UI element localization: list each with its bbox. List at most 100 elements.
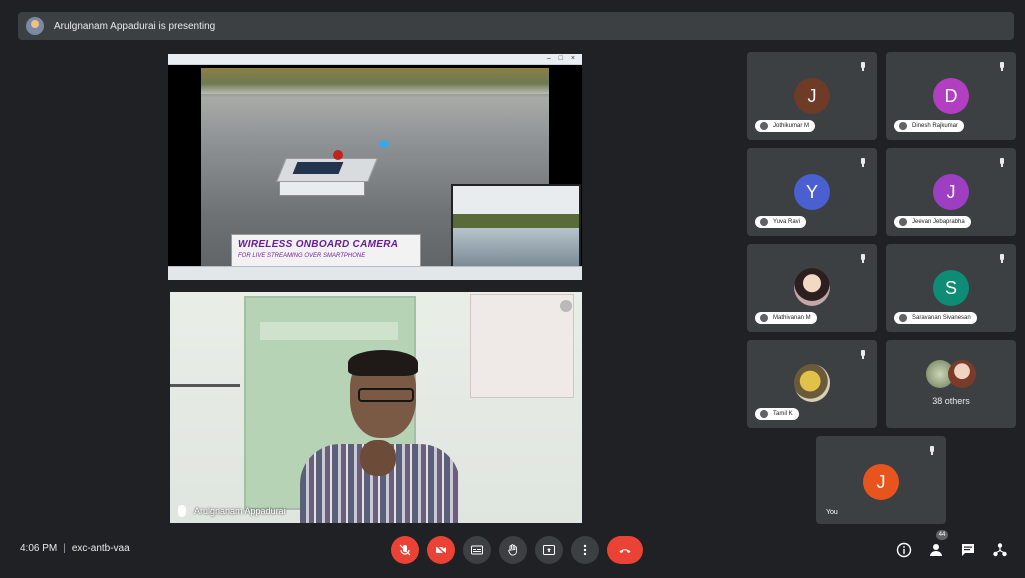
- people-icon: [930, 544, 942, 556]
- avatar: S: [933, 270, 969, 306]
- tile-options-icon[interactable]: [560, 300, 572, 312]
- slide-title: WIRELESS ONBOARD CAMERA: [238, 239, 399, 250]
- people-count-badge: 44: [936, 530, 948, 540]
- participant-tile[interactable]: J Jothikumar M: [747, 52, 877, 140]
- participant-name: Jothikumar M: [755, 120, 816, 132]
- presenting-text: Arulgnanam Appadurai is presenting: [54, 20, 216, 32]
- person-hand: [360, 440, 396, 476]
- pin-icon[interactable]: [859, 62, 867, 71]
- meeting-info: 4:06 PM | exc-antb-vaa: [20, 543, 130, 554]
- call-controls: [391, 536, 643, 564]
- person-glasses: [358, 388, 414, 402]
- leave-call-button[interactable]: [607, 536, 643, 564]
- meeting-code: exc-antb-vaa: [71, 543, 130, 554]
- boat-image: [276, 150, 378, 196]
- avatar: J: [794, 78, 830, 114]
- avatar: Y: [794, 174, 830, 210]
- raise-hand-button[interactable]: [499, 536, 527, 564]
- presenter-avatar-icon: [26, 17, 44, 35]
- pin-icon[interactable]: [928, 446, 936, 455]
- chat-button[interactable]: [958, 540, 978, 560]
- presenter-video-tile[interactable]: Arulgnanam Appadurai: [170, 292, 582, 523]
- participant-tile[interactable]: Y Yuva Ravi: [747, 148, 877, 236]
- slide-subtitle: FOR LIVE STREAMING OVER SMARTPHONE: [238, 253, 366, 259]
- slide-photo: WIRELESS ONBOARD CAMERA FOR LIVE STREAMI…: [201, 68, 581, 280]
- participant-tile[interactable]: D Dinesh Rajkumar: [886, 52, 1016, 140]
- others-tile[interactable]: 38 others: [886, 340, 1016, 428]
- participant-name: Jeevan Jebaprabha: [894, 216, 971, 228]
- meeting-details-button[interactable]: [894, 540, 914, 560]
- slide-treeline: [201, 68, 549, 94]
- self-tile[interactable]: J You: [816, 436, 946, 524]
- avatar-photo: [794, 364, 830, 402]
- buoy-image: [379, 140, 389, 148]
- avatar-photo: [794, 268, 830, 306]
- participant-name: Yuva Ravi: [755, 216, 807, 228]
- pin-icon[interactable]: [859, 350, 867, 359]
- clock-time: 4:06 PM: [20, 543, 58, 554]
- avatar-initial: J: [807, 85, 817, 106]
- wall-poster: [470, 294, 574, 398]
- participant-tile[interactable]: Tamil K: [747, 340, 877, 428]
- others-label: 38 others: [932, 396, 970, 406]
- avatar-initial: D: [944, 85, 958, 106]
- captions-icon: [471, 545, 483, 555]
- presentation-window-titlebar: – □ ×: [168, 54, 582, 65]
- participant-tile[interactable]: Mathivanan M: [747, 244, 877, 332]
- captions-button[interactable]: [463, 536, 491, 564]
- presenter-person: [292, 350, 468, 523]
- slide-title-box: WIRELESS ONBOARD CAMERA FOR LIVE STREAMI…: [231, 234, 421, 270]
- window-controls-icon: – □ ×: [546, 55, 578, 62]
- wall-pipe: [170, 384, 240, 387]
- avatar-initial: J: [876, 471, 886, 492]
- camera-off-icon: [435, 544, 447, 556]
- more-options-button[interactable]: [571, 536, 599, 564]
- door-window: [260, 322, 398, 340]
- participant-tile[interactable]: J Jeevan Jebaprabha: [886, 148, 1016, 236]
- present-button[interactable]: [535, 536, 563, 564]
- person-hair: [348, 350, 418, 376]
- hang-up-icon: [619, 549, 631, 553]
- chat-icon: [962, 544, 974, 556]
- activities-button[interactable]: [990, 540, 1010, 560]
- avatar-initial: Y: [805, 181, 818, 202]
- activities-icon: [993, 543, 1007, 557]
- pin-icon[interactable]: [859, 254, 867, 263]
- presenting-banner: Arulgnanam Appadurai is presenting: [18, 12, 1014, 40]
- mic-toggle-button[interactable]: [391, 536, 419, 564]
- pin-icon[interactable]: [859, 158, 867, 167]
- hand-icon: [508, 544, 517, 556]
- presenter-namebar: Arulgnanam Appadurai: [178, 505, 286, 517]
- boat-hull: [279, 180, 365, 196]
- avatar-initial: S: [944, 277, 957, 298]
- slide-inset-video: ● ● ●: [451, 184, 581, 278]
- side-controls: 44: [894, 530, 1010, 560]
- presentation-statusbar: [168, 266, 582, 280]
- participant-name: Saravanan Sivanesan: [894, 312, 977, 324]
- present-screen-icon: [543, 545, 555, 555]
- mic-icon: [178, 505, 186, 517]
- participant-tile[interactable]: S Saravanan Sivanesan: [886, 244, 1016, 332]
- people-button[interactable]: 44: [926, 530, 948, 560]
- presentation-tile[interactable]: – □ × WIRELESS ONBOARD CAMERA FOR LIVE S…: [168, 54, 582, 280]
- participant-name: Mathivanan M: [755, 312, 817, 324]
- avatar: J: [863, 464, 899, 500]
- more-vert-icon: [583, 544, 587, 556]
- camera-toggle-button[interactable]: [427, 536, 455, 564]
- pin-icon[interactable]: [998, 62, 1006, 71]
- avatar-initial: J: [946, 181, 956, 202]
- inset-trees: [453, 214, 579, 228]
- others-avatar-photo: [948, 360, 976, 388]
- boat-solar-panel: [292, 162, 344, 174]
- mic-off-icon: [399, 544, 411, 556]
- boat-camera: [333, 150, 343, 160]
- avatar: D: [933, 78, 969, 114]
- pin-icon[interactable]: [998, 158, 1006, 167]
- info-icon: [896, 542, 912, 558]
- avatar: J: [933, 174, 969, 210]
- pin-icon[interactable]: [998, 254, 1006, 263]
- self-label: You: [826, 509, 838, 516]
- presenter-name: Arulgnanam Appadurai: [194, 506, 286, 516]
- participant-name: Dinesh Rajkumar: [894, 120, 965, 132]
- info-separator: |: [63, 543, 66, 554]
